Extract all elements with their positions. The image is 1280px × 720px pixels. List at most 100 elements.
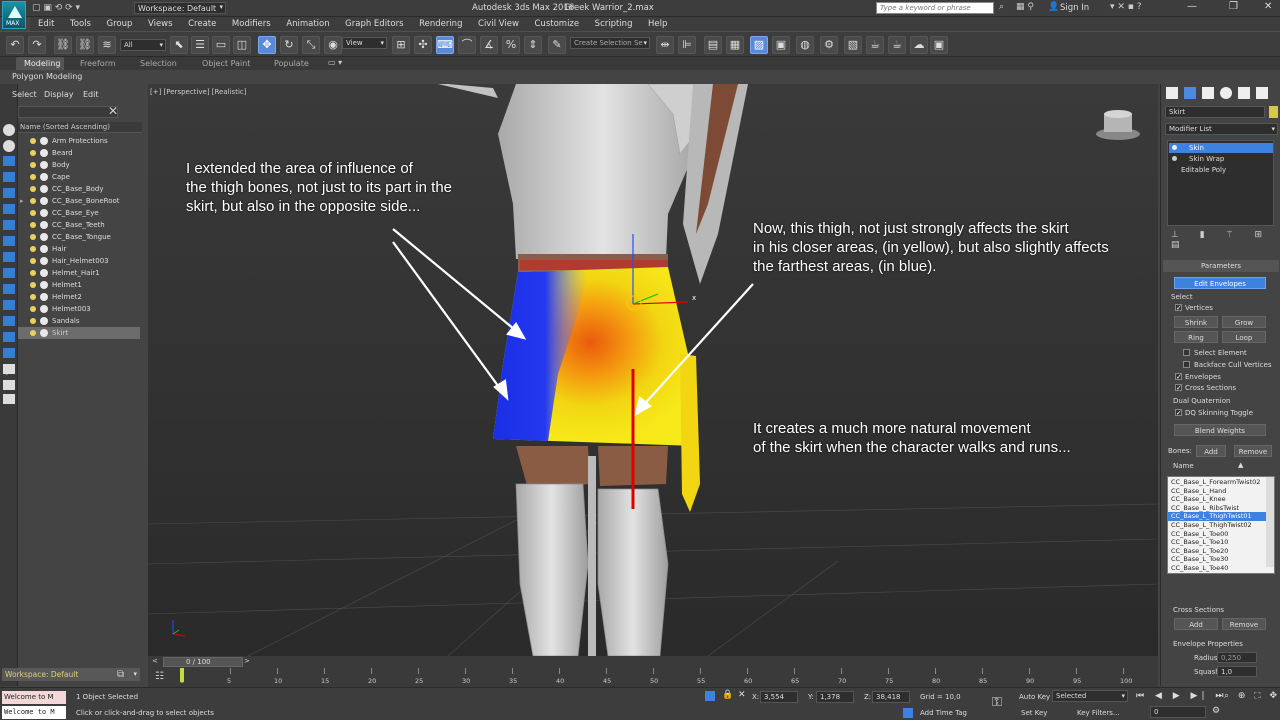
backface-checkbox[interactable]	[1183, 361, 1190, 368]
menu-animation[interactable]: Animation	[286, 17, 329, 31]
bone-list-item[interactable]: CC_Base_L_RibsTwist	[1168, 504, 1266, 513]
scene-list-item[interactable]: Hair_Helmet003	[18, 255, 140, 267]
display-last-results-icon[interactable]	[3, 348, 15, 358]
playback-controls[interactable]: ⏮ ◀ ▶ ▶| ⏭	[1136, 691, 1227, 701]
menu-help[interactable]: Help	[648, 17, 667, 31]
app-logo-icon[interactable]: MAX	[2, 1, 26, 29]
viewport-nav-icons[interactable]: ⌕ ⊕ ⛶ ✥	[1224, 691, 1280, 701]
squash-field[interactable]: 1,0	[1217, 666, 1257, 677]
visibility-icon[interactable]	[40, 137, 48, 145]
user-icon[interactable]: 👤	[1048, 2, 1059, 12]
z-coord-field[interactable]: 38,418	[872, 691, 910, 703]
select-dependents-icon[interactable]	[3, 394, 15, 404]
grow-button[interactable]: Grow	[1222, 316, 1266, 328]
light-bulb-icon[interactable]	[30, 210, 36, 216]
blend-weights-button[interactable]: Blend Weights	[1174, 424, 1266, 436]
light-bulb-icon[interactable]	[30, 330, 36, 336]
bone-list-item[interactable]: CC_Base_L_Toe40	[1168, 564, 1266, 573]
spinner-snap-icon[interactable]: ⇕	[524, 36, 542, 54]
visibility-icon[interactable]	[40, 245, 48, 253]
percent-snap-icon[interactable]: %	[502, 36, 520, 54]
visibility-icon[interactable]	[40, 317, 48, 325]
parameters-rollout-header[interactable]: Parameters	[1163, 260, 1279, 272]
clear-search-icon[interactable]: ✕	[108, 104, 118, 118]
bone-list-item[interactable]: CC_Base_L_ForearmTwist02	[1168, 478, 1266, 487]
scene-list-item[interactable]: CC_Base_Teeth	[18, 219, 140, 231]
light-bulb-icon[interactable]	[30, 318, 36, 324]
visibility-icon[interactable]	[40, 269, 48, 277]
scene-list-item[interactable]: Hair	[18, 243, 140, 255]
visibility-icon[interactable]	[40, 173, 48, 181]
scene-list-item[interactable]: Helmet1	[18, 279, 140, 291]
bone-list-item[interactable]: CC_Base_L_Toe30	[1168, 555, 1266, 564]
motion-tab-icon[interactable]	[1220, 87, 1232, 99]
select-by-name-icon[interactable]: ☰	[191, 36, 209, 54]
menu-modifiers[interactable]: Modifiers	[232, 17, 271, 31]
render-setup-icon[interactable]: ⚙	[820, 36, 838, 54]
cross-sections-remove-button[interactable]: Remove	[1222, 618, 1266, 630]
scene-list-item[interactable]: CC_Base_Body	[18, 183, 140, 195]
visibility-icon[interactable]	[40, 221, 48, 229]
menu-edit[interactable]: Edit	[38, 17, 54, 31]
bulb-icon[interactable]	[1172, 156, 1177, 161]
light-bulb-icon[interactable]	[30, 150, 36, 156]
light-bulb-icon[interactable]	[30, 222, 36, 228]
visibility-icon[interactable]	[40, 281, 48, 289]
bind-space-warp-icon[interactable]: ≋	[98, 36, 116, 54]
dq-toggle-checkbox[interactable]: ✓	[1175, 409, 1182, 417]
perspective-viewport[interactable]: [+] [Perspective] [Realistic] x I extend…	[148, 84, 1158, 656]
menu-scripting[interactable]: Scripting	[595, 17, 633, 31]
light-bulb-icon[interactable]	[30, 234, 36, 240]
stack-item-editable-poly[interactable]: Editable Poly	[1169, 165, 1273, 175]
align-icon[interactable]: ⊫	[678, 36, 696, 54]
radius-field[interactable]: 0,250	[1217, 652, 1257, 663]
tab-object-paint[interactable]: Object Paint	[202, 58, 250, 70]
material-editor-icon[interactable]: ◍	[796, 36, 814, 54]
create-tab-icon[interactable]	[1166, 87, 1178, 99]
named-selection-sets-dropdown[interactable]: Create Selection Se ▾	[570, 37, 650, 49]
light-bulb-icon[interactable]	[30, 162, 36, 168]
visibility-icon[interactable]	[40, 257, 48, 265]
light-bulb-icon[interactable]	[30, 270, 36, 276]
visibility-icon[interactable]	[40, 233, 48, 241]
visibility-icon[interactable]	[40, 305, 48, 313]
layer-explorer-icon[interactable]: ⧉	[117, 669, 124, 680]
tab-modeling[interactable]: Modeling	[16, 57, 64, 70]
vertices-checkbox[interactable]: ✓	[1175, 304, 1182, 312]
modify-tab-icon[interactable]	[1184, 87, 1196, 99]
scene-search-input[interactable]	[18, 106, 118, 118]
visibility-icon[interactable]	[40, 293, 48, 301]
sort-ascending-icon[interactable]: ▲	[1238, 461, 1243, 469]
bone-list-item[interactable]: CC_Base_L_ThighTwist01	[1168, 512, 1266, 521]
light-bulb-icon[interactable]	[30, 258, 36, 264]
scene-list-item[interactable]: Skirt	[18, 327, 140, 339]
window-crossing-icon[interactable]: ◫	[233, 36, 251, 54]
envelopes-checkbox[interactable]: ✓	[1175, 373, 1182, 381]
display-tab-icon[interactable]	[1238, 87, 1250, 99]
graphite-toggle-icon[interactable]: ▦	[726, 36, 744, 54]
auto-key-dropdown[interactable]: Selected ▾	[1052, 690, 1128, 702]
stack-item-skin[interactable]: Skin	[1169, 143, 1273, 153]
visibility-icon[interactable]	[40, 209, 48, 217]
menu-group[interactable]: Group	[107, 17, 133, 31]
select-rotate-icon[interactable]: ↻	[280, 36, 298, 54]
select-scale-icon[interactable]: ⤡	[302, 36, 320, 54]
cross-sections-add-button[interactable]: Add	[1174, 618, 1218, 630]
menu-rendering[interactable]: Rendering	[419, 17, 462, 31]
link-icon[interactable]: ⛓	[54, 36, 72, 54]
menu-tools[interactable]: Tools	[70, 17, 91, 31]
rect-region-icon[interactable]: ▭	[212, 36, 230, 54]
minimize-icon[interactable]: —	[1187, 1, 1197, 12]
layer-manager-icon[interactable]: ▤	[704, 36, 722, 54]
scene-list-item[interactable]: CC_Base_Tongue	[18, 231, 140, 243]
bones-name-header[interactable]: Name	[1173, 462, 1194, 470]
light-bulb-icon[interactable]	[30, 186, 36, 192]
visibility-icon[interactable]	[40, 197, 48, 205]
scene-menu-edit[interactable]: Edit	[83, 90, 99, 99]
menu-civil-view[interactable]: Civil View	[478, 17, 519, 31]
set-key-button[interactable]: Set Key	[1021, 709, 1047, 717]
maxscript-listener[interactable]: Welcome to M	[2, 691, 66, 704]
light-bulb-icon[interactable]	[30, 282, 36, 288]
bone-list-item[interactable]: CC_Base_L_Knee	[1168, 495, 1266, 504]
search-input[interactable]: Type a keyword or phrase	[876, 2, 994, 14]
